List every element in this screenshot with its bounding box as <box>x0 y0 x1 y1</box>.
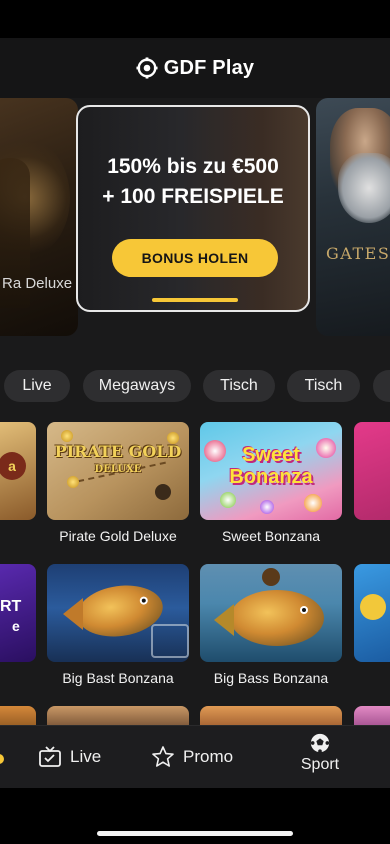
art-sub: DELUXE <box>94 464 142 475</box>
reel-icon <box>151 624 189 658</box>
ship-icon <box>155 484 171 500</box>
fisherman-icon <box>262 568 280 586</box>
slide-caption: Ra Deluxe <box>2 275 73 292</box>
peek-text: a <box>0 452 26 480</box>
chip-megaways[interactable]: Megaways <box>83 370 191 402</box>
game-tile-partial-right[interactable] <box>354 422 390 520</box>
bonus-button[interactable]: BONUS HOLEN <box>112 239 278 277</box>
slide-caption: GATES G <box>326 244 390 263</box>
game-tile-big-bast[interactable] <box>47 564 189 662</box>
promo-card[interactable]: 150% bis zu €500 + 100 FREISPIELE BONUS … <box>76 105 310 312</box>
slide-art-beard <box>338 153 390 223</box>
game-tile-pirate-gold[interactable]: PIRATE GOLD DELUXE <box>47 422 189 520</box>
fish-icon <box>230 590 324 646</box>
game-title[interactable]: Big Bast Bonzana <box>38 670 198 686</box>
chip-live[interactable]: Live <box>4 370 70 402</box>
chip-tisch-2[interactable]: Tisch <box>287 370 360 402</box>
star-icon <box>152 746 174 767</box>
nav-sport[interactable]: Sport <box>296 728 344 786</box>
peek-text: RT <box>0 598 22 615</box>
app-screen: GDF Play Ra Deluxe GATES G 150% bis zu €… <box>0 0 390 844</box>
coin-icon <box>67 476 79 488</box>
candy-icon <box>260 500 274 514</box>
nav-live-label: Live <box>70 747 102 766</box>
fish-tail <box>63 598 83 630</box>
game-tile-partial-right-2[interactable] <box>354 564 390 662</box>
candy-icon <box>304 494 322 512</box>
gem-icon <box>360 594 386 620</box>
game-tile-big-bass[interactable] <box>200 564 342 662</box>
candy-icon <box>220 492 236 508</box>
brand[interactable]: GDF Play <box>136 57 255 80</box>
nav-promo[interactable]: Promo <box>151 726 233 788</box>
game-title[interactable]: Big Bass Bonzana <box>191 670 351 686</box>
game-tile-sweet-bonanza[interactable]: Sweet Bonanza <box>200 422 342 520</box>
nav-promo-label: Promo <box>183 747 234 766</box>
game-title[interactable]: Pirate Gold Deluxe <box>38 528 198 544</box>
tv-icon <box>39 746 61 767</box>
casino-icon-partial[interactable] <box>0 754 4 764</box>
coin-icon <box>61 430 73 442</box>
bottom-nav: Live Promo Sport <box>0 725 390 788</box>
game-art-title: Sweet Bonanza <box>229 444 313 488</box>
chip-tisch[interactable]: Tisch <box>203 370 275 402</box>
hero-carousel[interactable]: Ra Deluxe GATES G 150% bis zu €500 + 100… <box>0 98 390 348</box>
fish-tail <box>214 604 234 636</box>
nav-live[interactable]: Live <box>38 726 101 788</box>
game-tile-partial-left-2[interactable]: RT e <box>0 564 36 662</box>
filter-chips: Live Megaways Tisch Tisch <box>0 370 390 402</box>
nav-sport-label: Sport <box>300 756 340 773</box>
game-title[interactable]: Sweet Bonzana <box>191 528 351 544</box>
gdf-logo-icon <box>136 57 158 79</box>
carousel-slide-gates[interactable]: GATES G <box>316 98 390 336</box>
promo-subline: + 100 FREISPIELE <box>102 185 284 208</box>
home-indicator[interactable] <box>97 831 293 836</box>
promo-headline: 150% bis zu €500 <box>107 155 279 178</box>
status-bar <box>0 0 390 38</box>
fish-eye <box>300 606 308 614</box>
game-art-title: PIRATE GOLD DELUXE <box>47 444 189 477</box>
fish-eye <box>139 596 149 606</box>
art-title: PIRATE GOLD <box>54 442 182 461</box>
app-name: GDF Play <box>163 56 255 79</box>
game-tile-partial-left[interactable]: a <box>0 422 36 520</box>
carousel-slide-ra-deluxe[interactable]: Ra Deluxe <box>0 98 78 336</box>
football-icon <box>310 733 330 754</box>
peek-text: e <box>12 618 20 634</box>
coin-icon <box>167 432 179 444</box>
app-header: GDF Play <box>0 38 390 98</box>
carousel-indicator <box>152 298 238 302</box>
chip-partial[interactable] <box>373 370 390 402</box>
